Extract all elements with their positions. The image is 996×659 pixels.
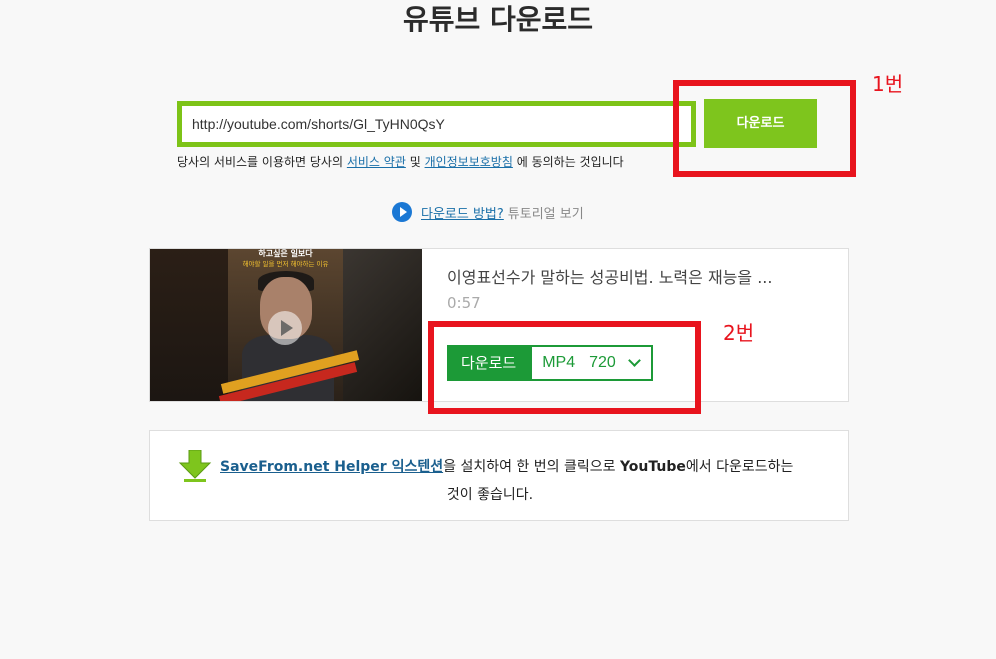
howto-link[interactable]: 다운로드 방법? [421, 203, 504, 222]
thumbnail-caption-2: 해야할 일을 먼저 해야하는 이유 [242, 260, 329, 268]
howto-row: 다운로드 방법? 튜토리얼 보기 [392, 201, 584, 223]
helper-text-3: 것이 좋습니다. [446, 487, 534, 503]
helper-text-1: 을 설치하여 한 번의 클릭으로 [443, 459, 616, 475]
privacy-policy-link[interactable]: 개인정보보호방침 [425, 155, 513, 169]
download-arrow-icon [178, 450, 212, 482]
helper-extension-box: SaveFrom.net Helper 익스텐션을 설치하여 한 번의 클릭으로… [149, 430, 849, 521]
terms-of-service-link[interactable]: 서비스 약관 [347, 155, 406, 169]
helper-brand: YouTube [619, 459, 686, 475]
terms-and: 및 [409, 155, 421, 169]
helper-extension-link[interactable]: SaveFrom.net Helper 익스텐션 [220, 459, 443, 475]
page-title: 유튜브 다운로드 [402, 3, 594, 36]
helper-text: SaveFrom.net Helper 익스텐션을 설치하여 한 번의 클릭으로… [220, 453, 830, 509]
terms-suffix: 에 동의하는 것입니다 [516, 155, 624, 169]
annotation-label-2: 2번 [723, 321, 755, 345]
thumbnail-background-right [343, 249, 422, 401]
thumbnail-background-left [150, 249, 228, 401]
terms-prefix: 당사의 서비스를 이용하면 당사의 [177, 155, 344, 169]
url-input[interactable] [177, 101, 696, 147]
play-circle-icon[interactable] [392, 202, 412, 222]
terms-notice: 당사의 서비스를 이용하면 당사의 서비스 약관 및 개인정보보호방침 에 동의… [177, 154, 624, 170]
thumbnail-caption-1: 하고싶은 일보다 [258, 249, 313, 258]
tutorial-label: 튜토리얼 보기 [507, 206, 584, 222]
annotation-box-1 [673, 80, 856, 177]
annotation-label-1: 1번 [872, 72, 904, 96]
video-title: 이영표선수가 말하는 성공비법. 노력은 재능을 ... [447, 268, 773, 287]
video-thumbnail[interactable]: 하고싶은 일보다 해야할 일을 먼저 해야하는 이유 [150, 249, 422, 401]
helper-text-2: 에서 다운로드하는 [685, 459, 794, 475]
annotation-box-2 [428, 321, 701, 414]
video-duration: 0:57 [447, 294, 481, 312]
play-icon[interactable] [268, 311, 302, 345]
